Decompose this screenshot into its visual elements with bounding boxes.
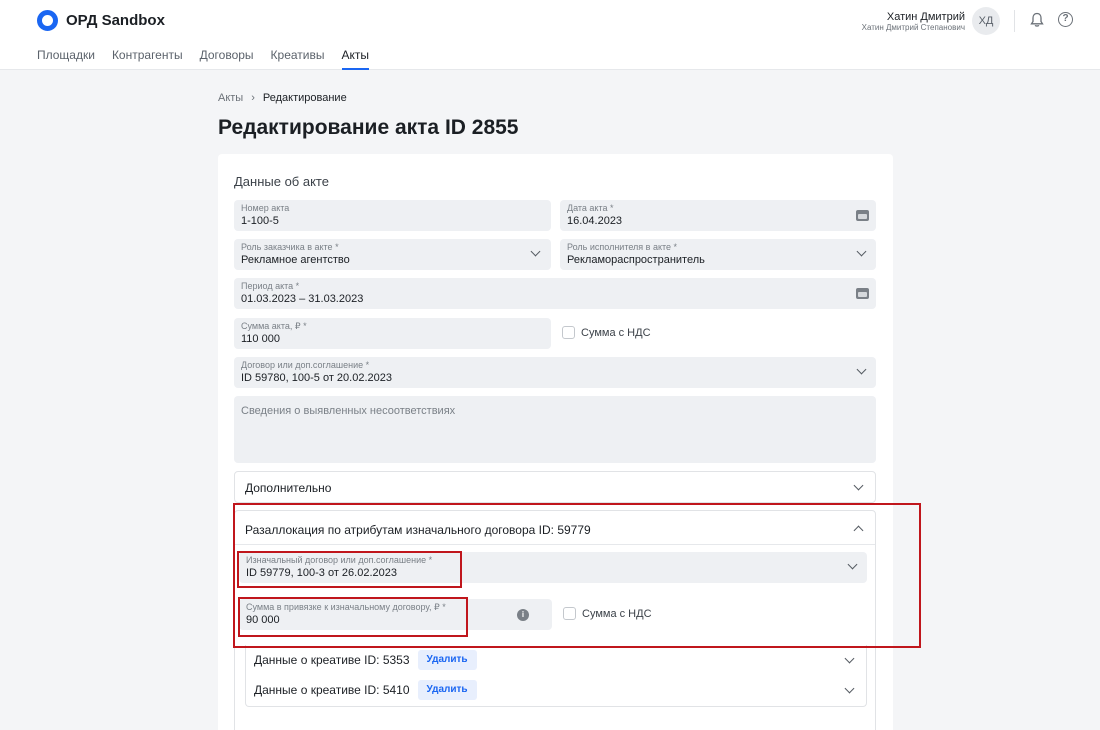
- textarea-placeholder: Сведения о выявленных несоответствиях: [241, 405, 456, 417]
- nav-item-contracts[interactable]: Договоры: [200, 48, 254, 70]
- field-label: Роль заказчика в акте *: [241, 242, 339, 252]
- chevron-down-icon[interactable]: [530, 246, 541, 257]
- field-value: ID 59780, 100-5 от 20.02.2023: [241, 372, 392, 384]
- top-bar: ОРД Sandbox Площадки Контрагенты Договор…: [0, 0, 1100, 70]
- chevron-down-icon[interactable]: [844, 653, 855, 664]
- breadcrumb-current: Редактирование: [262, 92, 347, 104]
- calendar-icon[interactable]: [856, 210, 869, 221]
- field-value: 110 000: [241, 333, 280, 345]
- vat-checkbox[interactable]: [562, 326, 575, 339]
- field-label: Сумма акта, ₽ *: [241, 321, 307, 331]
- creative-title: Данные о креативе ID: 5410: [254, 683, 410, 697]
- app-logo[interactable]: ОРД Sandbox: [37, 10, 165, 31]
- main-nav: Площадки Контрагенты Договоры Креативы А…: [37, 48, 386, 70]
- field-value: Рекламораспространитель: [567, 254, 705, 266]
- section-title-act-data: Данные об акте: [234, 174, 329, 189]
- breadcrumb: Акты › Редактирование: [218, 92, 347, 104]
- field-label: Договор или доп.соглашение *: [241, 360, 370, 370]
- nav-item-creatives[interactable]: Креативы: [271, 48, 325, 70]
- nav-item-platforms[interactable]: Площадки: [37, 48, 95, 70]
- bell-icon[interactable]: [1030, 12, 1044, 28]
- creatives-list: Данные о креативе ID: 5353 Удалить Данны…: [245, 645, 867, 707]
- field-value: 1-100-5: [241, 215, 279, 227]
- creative-row-5353[interactable]: Данные о креативе ID: 5353 Удалить: [254, 650, 477, 670]
- act-period-field[interactable]: Период акта * 01.03.2023 – 31.03.2023: [234, 278, 876, 309]
- contract-select[interactable]: Договор или доп.соглашение * ID 59780, 1…: [234, 357, 876, 388]
- user-short-name: Хатин Дмитрий: [886, 11, 965, 23]
- field-value: 01.03.2023 – 31.03.2023: [241, 293, 364, 305]
- calendar-icon[interactable]: [856, 288, 869, 299]
- logo-icon: [37, 10, 58, 31]
- field-label: Роль исполнителя в акте *: [567, 242, 678, 252]
- breadcrumb-acts[interactable]: Акты: [218, 92, 243, 104]
- user-full-name: Хатин Дмитрий Степанович: [861, 23, 965, 32]
- user-info[interactable]: Хатин Дмитрий Хатин Дмитрий Степанович: [862, 11, 965, 33]
- page-title: Редактирование акта ID 2855: [218, 116, 519, 139]
- vat-checkbox-row[interactable]: Сумма с НДС: [562, 326, 651, 339]
- chevron-right-icon: ›: [251, 92, 255, 104]
- highlight-initial-amount: [238, 597, 468, 637]
- client-role-select[interactable]: Роль заказчика в акте * Рекламное агентс…: [234, 239, 551, 270]
- field-value: Рекламное агентство: [241, 254, 350, 266]
- chevron-down-icon[interactable]: [853, 480, 864, 491]
- vat-checkbox-label: Сумма с НДС: [581, 326, 651, 339]
- field-value: 16.04.2023: [567, 215, 623, 227]
- app-name: ОРД Sandbox: [66, 12, 165, 29]
- chevron-down-icon[interactable]: [856, 246, 867, 257]
- chevron-down-icon[interactable]: [856, 364, 867, 375]
- creative-row-5410[interactable]: Данные о креативе ID: 5410 Удалить: [254, 680, 477, 700]
- chevron-down-icon[interactable]: [844, 683, 855, 694]
- act-number-field[interactable]: Номер акта 1-100-5: [234, 200, 551, 231]
- additional-panel-title: Дополнительно: [245, 481, 332, 495]
- contractor-role-select[interactable]: Роль исполнителя в акте * Рекламораспрос…: [560, 239, 876, 270]
- creative-title: Данные о креативе ID: 5353: [254, 653, 410, 667]
- discrepancies-textarea[interactable]: Сведения о выявленных несоответствиях: [234, 396, 876, 463]
- nav-item-counterparties[interactable]: Контрагенты: [112, 48, 183, 70]
- act-date-field[interactable]: Дата акта * 16.04.2023: [560, 200, 876, 231]
- highlight-initial-contract: [237, 551, 462, 588]
- nav-item-acts[interactable]: Акты: [341, 48, 370, 70]
- additional-panel-header[interactable]: Дополнительно: [234, 471, 876, 503]
- help-icon[interactable]: ?: [1058, 12, 1073, 27]
- avatar[interactable]: ХД: [972, 7, 1000, 35]
- header-divider: [1014, 10, 1015, 32]
- delete-creative-button[interactable]: Удалить: [417, 680, 477, 700]
- field-label: Дата акта *: [567, 203, 614, 213]
- delete-creative-button[interactable]: Удалить: [417, 650, 477, 670]
- field-label: Период акта *: [241, 281, 300, 291]
- field-label: Номер акта: [241, 203, 290, 213]
- act-amount-field[interactable]: Сумма акта, ₽ * 110 000: [234, 318, 551, 349]
